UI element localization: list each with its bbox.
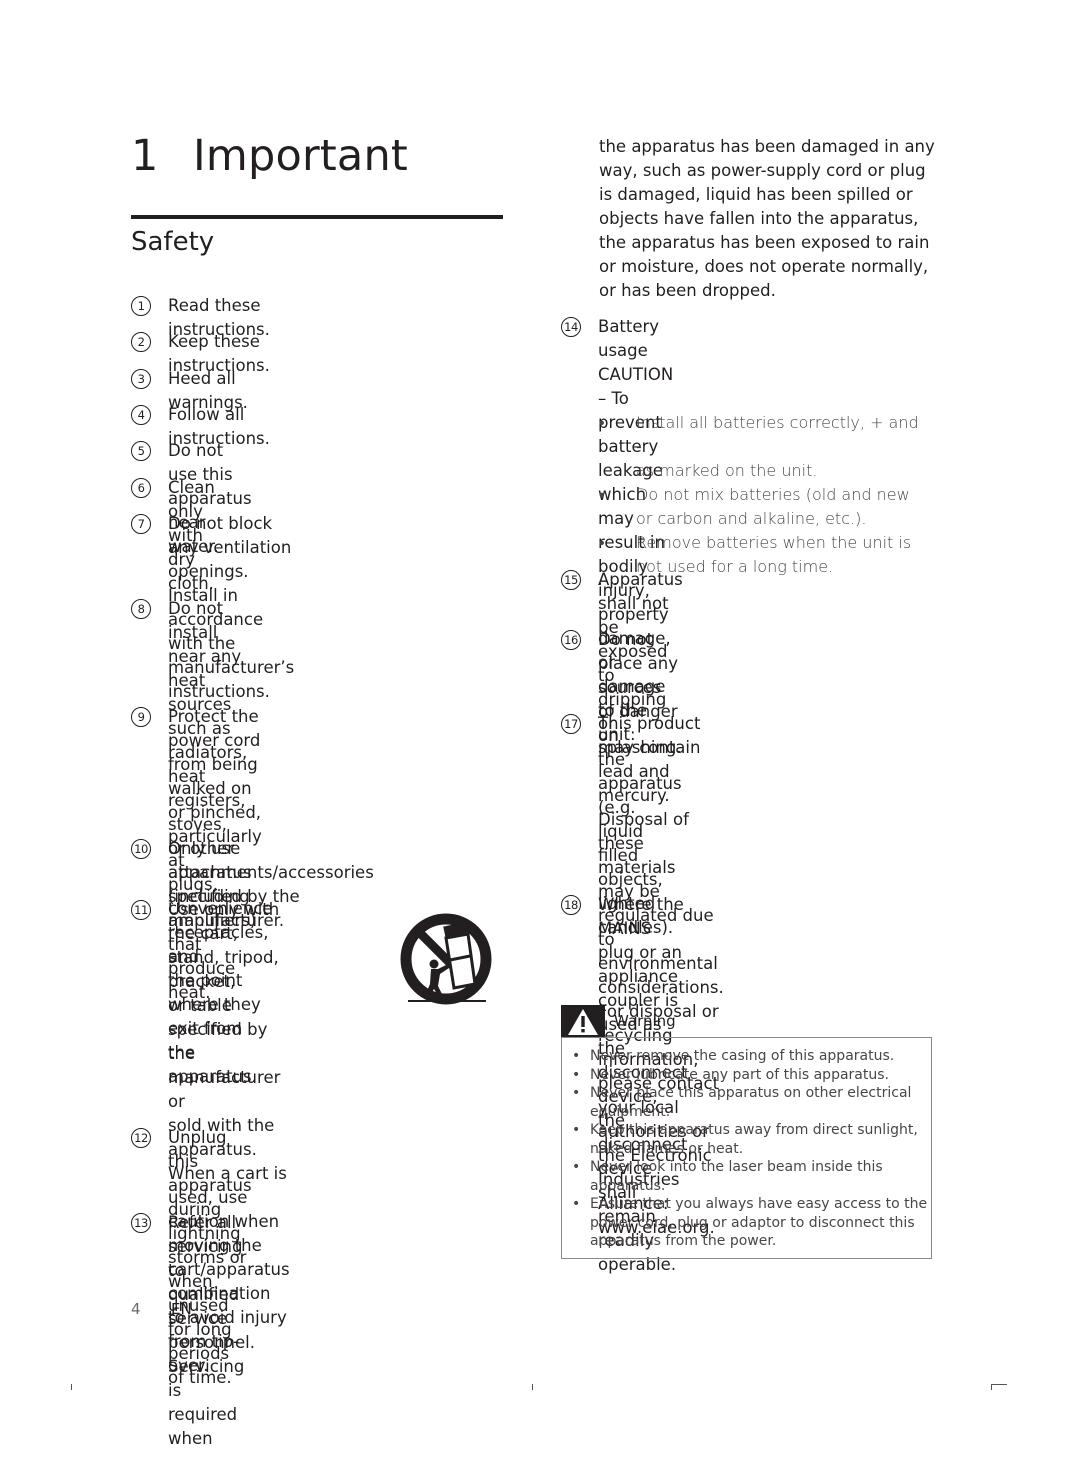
warning-text: Keep this apparatus away from direct sun… (590, 1122, 918, 1157)
warning-triangle-icon (561, 1005, 605, 1038)
item-number-badge: 11 (131, 900, 151, 920)
warning-text: Never place this apparatus on other elec… (590, 1085, 912, 1120)
section-title: Safety (131, 227, 215, 257)
warning-text: Never lubricate any part of this apparat… (590, 1066, 889, 1083)
warning-list: • Never remove the casing of this apparat… (570, 1047, 930, 1251)
section-divider (131, 215, 503, 219)
crop-mark (991, 1384, 992, 1390)
page-number: 4 (131, 1300, 141, 1318)
warning-header: Warning (561, 1005, 933, 1038)
cart-tip-over-icon (400, 913, 492, 1005)
bullet-glyph: • (572, 1066, 581, 1083)
warning-item: • Never look into the laser beam inside t… (570, 1158, 930, 1195)
crop-mark (532, 1384, 533, 1390)
item-number-badge: 3 (131, 369, 151, 389)
item-number-badge: 9 (131, 707, 151, 727)
bullet-text: Do not mix batteries (old and new or car… (636, 485, 910, 528)
warning-label: Warning (614, 1012, 676, 1030)
battery-bullet-list: • Install all batteries correctly, + and … (599, 411, 929, 579)
item-number-badge: 17 (561, 714, 581, 734)
item-number-badge: 8 (131, 599, 151, 619)
bullet-glyph: • (572, 1048, 581, 1064)
item-number-badge: 13 (131, 1213, 151, 1233)
item-number-badge: 18 (561, 895, 581, 915)
bullet-glyph: • (599, 485, 605, 504)
crop-mark (991, 1384, 1007, 1385)
bullet-glyph: • (599, 533, 605, 552)
bullet-glyph: • (572, 1122, 581, 1138)
item-number-badge: 7 (131, 514, 151, 534)
bullet-text: Install all batteries correctly, + and -… (636, 413, 919, 480)
warning-item: • Never lubricate any part of this appara… (570, 1066, 930, 1085)
item-number-badge: 12 (131, 1128, 151, 1148)
chapter-title-text: Important (193, 131, 408, 181)
safety-item-13-continued: the apparatus has been damaged in any wa… (599, 137, 935, 300)
item-number-badge: 15 (561, 570, 581, 590)
warning-item: • Never place this apparatus on other ele… (570, 1084, 930, 1121)
item-number-badge: 14 (561, 317, 581, 337)
item-number-badge: 6 (131, 478, 151, 498)
battery-bullet: • Do not mix batteries (old and new or ca… (599, 483, 929, 531)
bullet-glyph: • (572, 1085, 581, 1101)
chapter-title: 1 Important (131, 128, 408, 184)
warning-item: • Never remove the casing of this apparat… (570, 1047, 930, 1066)
warning-text: Never look into the laser beam inside th… (590, 1159, 883, 1194)
item-number-badge: 5 (131, 441, 151, 461)
chapter-number: 1 (131, 131, 159, 181)
bullet-glyph: • (599, 413, 605, 432)
item-number-badge: 10 (131, 839, 151, 859)
warning-text: Never remove the casing of this apparatu… (590, 1048, 895, 1064)
warning-item: • Ensure that you always have easy access… (570, 1195, 930, 1251)
item-number-badge: 2 (131, 332, 151, 352)
warning-item: • Keep this apparatus away from direct su… (570, 1121, 930, 1158)
battery-bullet: • Install all batteries correctly, + and … (599, 411, 929, 483)
warning-box: • Never remove the casing of this apparat… (561, 1037, 932, 1259)
warning-text: Ensure that you always have easy access … (590, 1196, 928, 1249)
bullet-glyph: • (572, 1196, 581, 1212)
item-number-badge: 4 (131, 405, 151, 425)
item-number-badge: 1 (131, 296, 151, 316)
item-text: Refer all servicing to qualified service… (168, 1213, 255, 1448)
language-code: EN (171, 1300, 192, 1318)
crop-mark (71, 1384, 72, 1390)
bullet-glyph: • (572, 1159, 581, 1175)
item-number-badge: 16 (561, 630, 581, 650)
